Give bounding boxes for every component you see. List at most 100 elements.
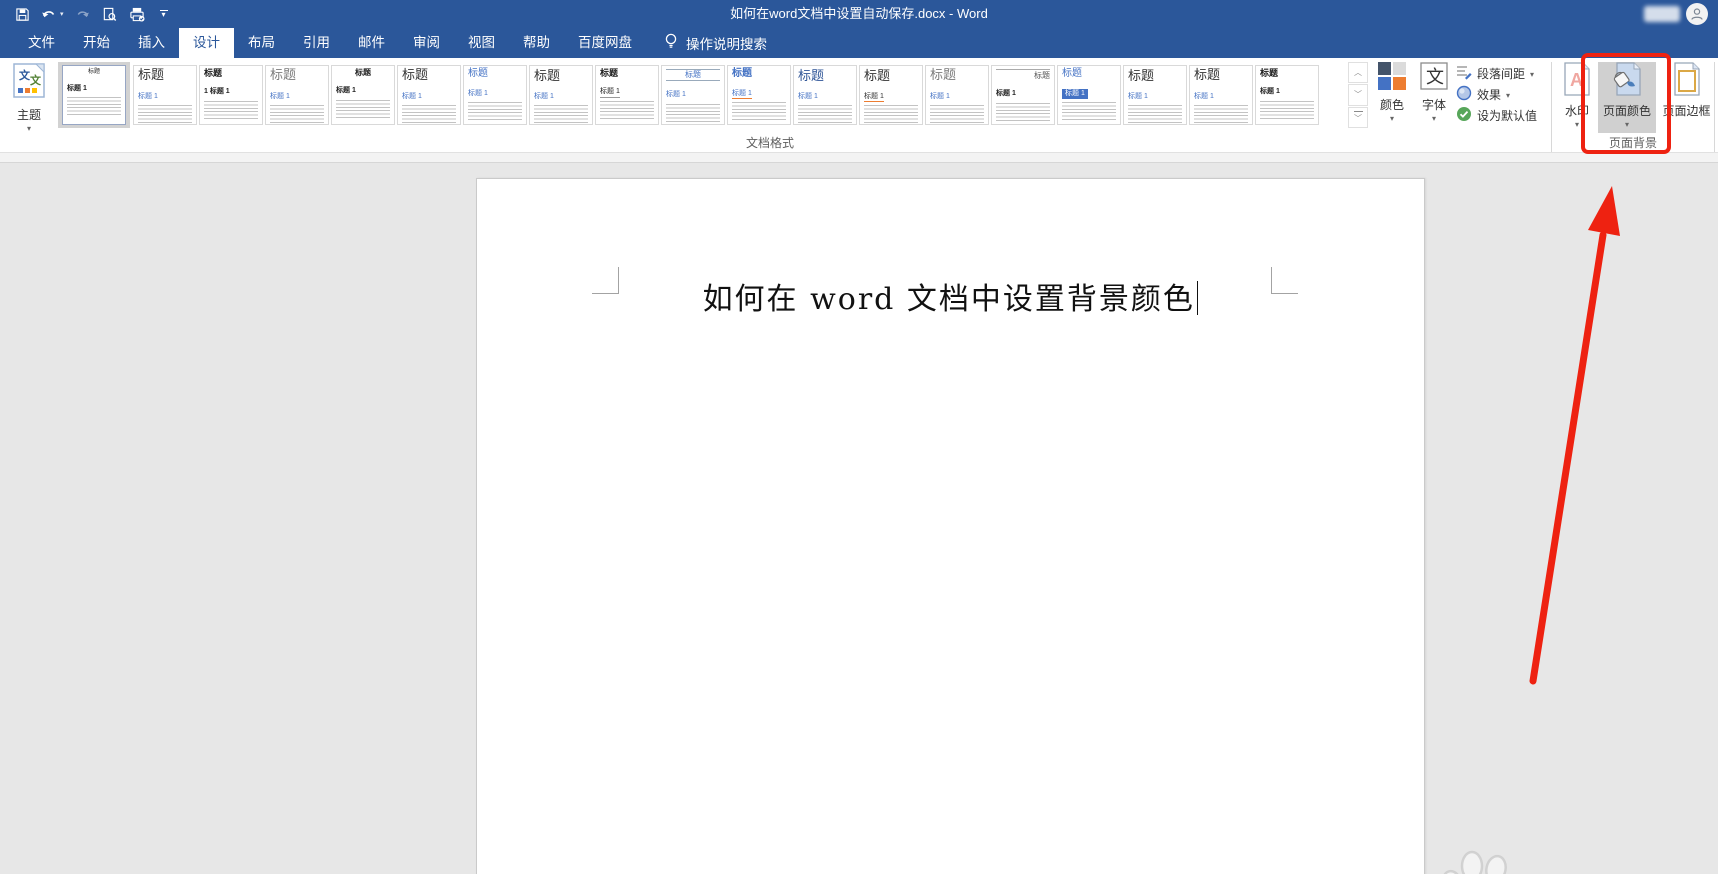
page-borders-icon [1672, 62, 1702, 99]
window-title: 如何在word文档中设置自动保存.docx - Word [730, 6, 988, 21]
style-set-thumbnail[interactable]: 标题 标题 1 [331, 65, 395, 125]
thumbnail-title-text: 标题 [204, 68, 223, 78]
style-set-thumbnail[interactable]: 标题 标题 1 [133, 65, 197, 125]
undo-dropdown-icon[interactable]: ▾ [60, 10, 64, 18]
watermark-button[interactable]: A 水印 ▾ [1556, 62, 1598, 129]
paragraph-spacing-button[interactable]: 段落间距 ▾ [1456, 63, 1550, 84]
thumbnail-title-text: 标题 [1062, 68, 1082, 79]
thumbnail-heading-text: 标题 1 [930, 92, 950, 100]
page-borders-label: 页面边框 [1662, 104, 1711, 118]
undo-icon[interactable] [41, 6, 57, 22]
thumbnail-body-lines [600, 100, 654, 120]
style-set-thumbnail[interactable]: 标题标题 1 [1057, 65, 1121, 125]
tab-insert[interactable]: 插入 [124, 28, 179, 58]
style-set-thumbnail[interactable]: 标题 标题 1 [265, 65, 329, 125]
thumbnail-body-lines [468, 101, 522, 121]
thumbnail-title-text: 标题 [996, 69, 1050, 80]
gallery-scroll-down[interactable]: ﹀ [1348, 84, 1368, 106]
thumbnail-body-lines [930, 104, 984, 124]
thumbnail-title-text: 标题 [1128, 68, 1155, 83]
style-set-thumbnail[interactable]: 标题 标题 1 [1189, 65, 1253, 125]
account-area [1644, 3, 1708, 25]
thumbnail-title-text: 标题 [87, 69, 100, 75]
set-default-button[interactable]: 设为默认值 [1456, 105, 1550, 126]
themes-label: 主题 [16, 108, 41, 122]
thumbnail-heading-text: 标题 1 [534, 92, 554, 100]
paragraph-spacing-caret-icon: ▾ [1530, 69, 1535, 79]
tab-layout[interactable]: 布局 [234, 28, 289, 58]
themes-button[interactable]: 文 文 主题 ▾ [6, 62, 52, 133]
gallery-scroll-up[interactable]: ︿ [1348, 62, 1368, 84]
fonts-label: 字体 [1421, 98, 1446, 112]
style-set-thumbnail[interactable]: 标题 标题 1 [1255, 65, 1319, 125]
set-default-icon [1456, 106, 1472, 125]
page-color-icon [1611, 62, 1643, 99]
thumbnail-body-lines [732, 101, 786, 121]
group-label-page-background: 页面背景 [1608, 136, 1657, 150]
colors-caret-icon: ▾ [1389, 114, 1394, 123]
tab-design[interactable]: 设计 [179, 28, 234, 58]
thumbnail-title-text: 标题 [600, 68, 619, 78]
thumbnail-body-lines [996, 102, 1050, 122]
fonts-button[interactable]: 文 字体 ▾ [1413, 62, 1455, 123]
tab-view[interactable]: 视图 [454, 28, 509, 58]
thumbnail-heading-text: 标题 1 [996, 90, 1016, 98]
style-set-thumbnail[interactable]: 标题 1 标题 1 [199, 65, 263, 125]
tab-file[interactable]: 文件 [14, 28, 69, 58]
theme-colors-icon [1378, 62, 1406, 93]
thumbnail-body-lines [204, 100, 258, 120]
thumbnail-body-lines [798, 104, 852, 124]
tell-me-search[interactable]: 操作说明搜索 [664, 28, 767, 58]
document-page[interactable]: 如何在 word 文档中设置背景颜色 [476, 178, 1425, 874]
theme-fonts-icon: 文 [1420, 62, 1448, 93]
thumbnail-heading-text: 标题 1 [1260, 88, 1280, 96]
thumbnail-heading-text: 标题 1 [67, 85, 87, 93]
page-borders-button[interactable]: 页面边框 [1659, 62, 1714, 119]
watermark-icon: A [1562, 62, 1592, 99]
watermark-caret-icon: ▾ [1574, 120, 1579, 129]
thumbnail-body-lines [1128, 104, 1182, 124]
gallery-more-button[interactable]: ﹀ [1348, 106, 1368, 128]
account-avatar[interactable] [1686, 3, 1708, 25]
style-set-thumbnail[interactable]: 标题 标题 1 [1123, 65, 1187, 125]
tab-help[interactable]: 帮助 [509, 28, 564, 58]
style-set-thumbnail[interactable]: 标题 标题 1 [595, 65, 659, 125]
colors-button[interactable]: 颜色 ▾ [1372, 62, 1412, 123]
tab-references[interactable]: 引用 [289, 28, 344, 58]
thumbnail-heading-text: 标题 1 [1194, 92, 1214, 100]
tab-baidu-netdisk[interactable]: 百度网盘 [564, 28, 646, 58]
thumbnail-heading-text: 标题 1 [468, 89, 488, 97]
document-title-text: 如何在 word 文档中设置背景颜色 [477, 274, 1424, 318]
redo-icon[interactable] [75, 6, 91, 22]
quick-print-icon[interactable] [129, 6, 145, 22]
effects-button[interactable]: 效果 ▾ [1456, 84, 1550, 105]
print-preview-icon[interactable] [102, 6, 118, 22]
style-set-thumbnail[interactable]: 标题 标题 1 [397, 65, 461, 125]
style-set-thumbnail[interactable]: 标题 标题 1 [727, 65, 791, 125]
customize-qat-icon[interactable]: ▾ [156, 6, 172, 22]
style-set-thumbnail[interactable]: 标题 标题 1 [859, 65, 923, 125]
colors-label: 颜色 [1379, 98, 1404, 112]
page-color-button[interactable]: 页面颜色 ▾ [1598, 62, 1656, 133]
thumbnail-heading-text: 标题 1 [336, 87, 356, 95]
thumbnail-heading-text: 标题 1 [1062, 88, 1088, 99]
style-set-thumbnail[interactable]: 标题标题 1 [62, 65, 126, 125]
blurred-account-name [1644, 6, 1680, 22]
thumbnail-heading-text: 标题 1 [270, 92, 290, 100]
save-icon[interactable] [14, 6, 30, 22]
style-set-thumbnail[interactable]: 标题 标题 1 [925, 65, 989, 125]
tab-review[interactable]: 审阅 [399, 28, 454, 58]
tab-mailings[interactable]: 邮件 [344, 28, 399, 58]
page-color-caret-icon: ▾ [1624, 120, 1629, 129]
style-set-thumbnail[interactable]: 标题 标题 1 [793, 65, 857, 125]
thumbnail-body-lines [402, 104, 456, 124]
tab-home[interactable]: 开始 [69, 28, 124, 58]
style-set-thumbnail[interactable]: 标题标题 1 [991, 65, 1055, 125]
style-set-thumbnail[interactable]: 标题标题 1 [529, 65, 593, 125]
text-cursor [1196, 281, 1199, 315]
style-set-thumbnail[interactable]: 标题 标题 1 [463, 65, 527, 125]
ribbon-tab-bar: 文件 开始 插入 设计 布局 引用 邮件 审阅 视图 帮助 百度网盘 操作说明搜索 [0, 28, 1718, 58]
thumbnail-body-lines [67, 97, 121, 117]
thumbnail-title-text: 标题 [534, 68, 561, 83]
style-set-thumbnail[interactable]: 标题 标题 1 [661, 65, 725, 125]
